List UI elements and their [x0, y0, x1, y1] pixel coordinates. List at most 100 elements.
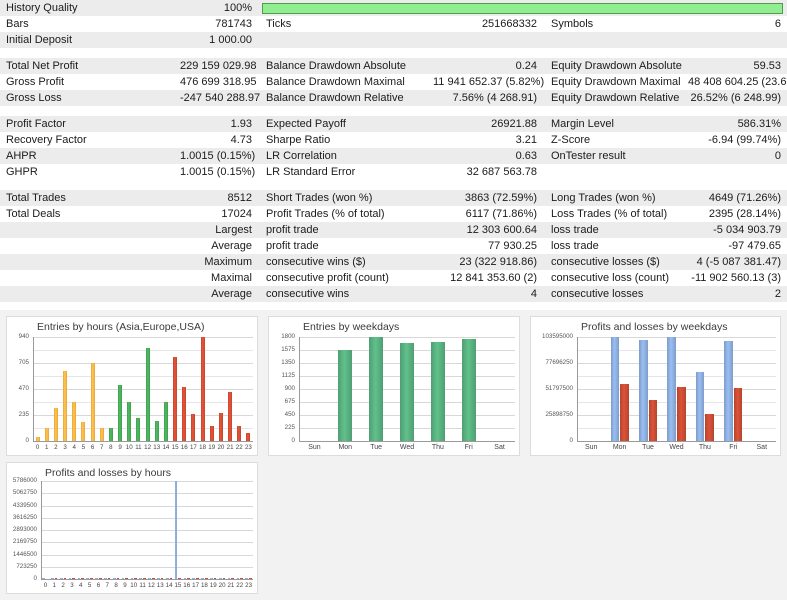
- x-axis-line: [299, 441, 515, 442]
- chart-bar: [164, 402, 168, 441]
- row-label-3: Equity Drawdown Absolute: [543, 58, 688, 74]
- chart-bar: [369, 337, 383, 441]
- row-label-3: Margin Level: [543, 116, 688, 132]
- row-value-3: 586.31%: [688, 116, 787, 132]
- row-value-3: [688, 164, 787, 180]
- chart-gridline: [41, 506, 253, 507]
- chart-bar: [667, 337, 676, 441]
- y-axis-tick-label: 5786000: [7, 477, 37, 484]
- table-row: Initial Deposit1 000.00: [0, 32, 787, 48]
- chart-bar: [462, 339, 476, 441]
- y-axis-line: [33, 337, 34, 441]
- x-axis-tick-label: 4: [76, 582, 85, 589]
- row-label: Recovery Factor: [0, 132, 180, 148]
- row-label-3: consecutive losses: [543, 286, 688, 302]
- table-row: Total Deals17024Profit Trades (% of tota…: [0, 206, 787, 222]
- x-axis-tick-label: 13: [156, 582, 165, 589]
- chart-bar: [146, 348, 150, 441]
- row-label: [0, 238, 180, 254]
- row-value-3: 0: [688, 148, 787, 164]
- x-axis-tick-label: Wed: [662, 444, 690, 451]
- x-axis-tick-label: Thu: [422, 444, 453, 451]
- row-label-2: Short Trades (won %): [258, 190, 433, 206]
- chart-card-entries-by-hours: Entries by hours (Asia,Europe,USA)940705…: [6, 316, 258, 456]
- x-axis-line: [41, 579, 253, 580]
- chart-bar: [63, 371, 67, 441]
- row-value: Largest: [180, 222, 258, 238]
- x-axis-tick-label: 14: [165, 582, 174, 589]
- chart-bar: [182, 387, 186, 441]
- chart-gridline: [299, 337, 515, 338]
- row-value: 781743: [180, 16, 258, 32]
- row-label: Total Trades: [0, 190, 180, 206]
- y-axis-tick-label: 0: [531, 437, 573, 444]
- row-value-2: 77 930.25: [433, 238, 543, 254]
- row-label: Profit Factor: [0, 116, 180, 132]
- row-label: AHPR: [0, 148, 180, 164]
- x-axis-tick-label: 22: [235, 444, 244, 451]
- row-value-3: -11 902 560.13 (3): [688, 270, 787, 286]
- chart-gridline: [41, 493, 253, 494]
- y-axis-tick-label: 940: [7, 333, 29, 340]
- row-label-3: Equity Drawdown Relative: [543, 90, 688, 106]
- x-axis-tick-label: 16: [182, 582, 191, 589]
- table-row: Bars781743Ticks251668332Symbols6: [0, 16, 787, 32]
- x-axis-tick-label: 17: [191, 582, 200, 589]
- row-label: Bars: [0, 16, 180, 32]
- chart-bar: [338, 350, 352, 441]
- row-label-3: [543, 164, 688, 180]
- y-axis-tick-label: 2169750: [7, 538, 37, 545]
- y-axis-tick-label: 1125: [269, 372, 295, 379]
- charts-band: Entries by hours (Asia,Europe,USA)940705…: [0, 310, 787, 600]
- chart-bar: [237, 426, 241, 441]
- chart-bar: [620, 384, 629, 441]
- chart-title: Profits and losses by weekdays: [581, 321, 728, 333]
- row-label-3: Z-Score: [543, 132, 688, 148]
- table-row: Maximalconsecutive profit (count)12 841 …: [0, 270, 787, 286]
- row-value: -247 540 288.97: [180, 90, 258, 106]
- chart-bar: [611, 337, 620, 441]
- row-label-3: OnTester result: [543, 148, 688, 164]
- row-value-3: -97 479.65: [688, 238, 787, 254]
- table-row: Total Net Profit229 159 029.98Balance Dr…: [0, 58, 787, 74]
- row-label-2: profit trade: [258, 222, 433, 238]
- row-label: History Quality: [0, 0, 180, 16]
- chart-title: Entries by weekdays: [303, 321, 399, 333]
- table-row: Averageprofit trade77 930.25loss trade-9…: [0, 238, 787, 254]
- row-label-3: Equity Drawdown Maximal: [543, 74, 688, 90]
- chart-bar: [677, 387, 686, 441]
- x-axis-tick-label: Tue: [634, 444, 662, 451]
- row-value: 229 159 029.98: [180, 58, 258, 74]
- x-axis-tick-label: 19: [207, 444, 216, 451]
- x-axis-tick-label: 9: [121, 582, 130, 589]
- y-axis-tick-label: 1800: [269, 333, 295, 340]
- x-axis-line: [33, 441, 253, 442]
- chart-gridline: [41, 542, 253, 543]
- row-value-2: 23 (322 918.86): [433, 254, 543, 270]
- x-axis-tick-label: Tue: [361, 444, 392, 451]
- x-axis-tick-label: Thu: [691, 444, 719, 451]
- chart-bar: [696, 372, 705, 441]
- row-value: 1.0015 (0.15%): [180, 164, 258, 180]
- x-axis-tick-label: 4: [70, 444, 79, 451]
- chart-bar: [191, 414, 195, 441]
- x-axis-tick-label: 1: [42, 444, 51, 451]
- x-axis-tick-label: Mon: [330, 444, 361, 451]
- y-axis-tick-label: 51797500: [531, 385, 573, 392]
- x-axis-tick-label: Wed: [392, 444, 423, 451]
- row-value-3: 4 (-5 087 381.47): [688, 254, 787, 270]
- row-label-2: Balance Drawdown Relative: [258, 90, 433, 106]
- chart-bar: [705, 414, 714, 441]
- row-label-2: [258, 32, 433, 48]
- y-axis-tick-label: 25898750: [531, 411, 573, 418]
- row-value-2: 7.56% (4 268.91): [433, 90, 543, 106]
- table-section-gap: [0, 180, 787, 190]
- table-row: Recovery Factor4.73Sharpe Ratio3.21Z-Sco…: [0, 132, 787, 148]
- history-quality-bar: [262, 3, 783, 14]
- row-label-3: [543, 32, 688, 48]
- chart-bar: [54, 408, 58, 441]
- chart-card-profits-losses-by-hours: Profits and losses by hours5786000506275…: [6, 462, 258, 594]
- y-axis-tick-label: 705: [7, 359, 29, 366]
- y-axis-tick-label: 1350: [269, 359, 295, 366]
- row-label-3: loss trade: [543, 222, 688, 238]
